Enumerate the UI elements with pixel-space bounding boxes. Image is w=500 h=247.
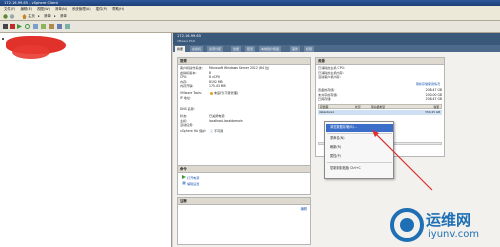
watermark-logo-icon — [390, 208, 424, 242]
watermark: 运维网 iyunv.com — [390, 206, 497, 244]
watermark-url: iyunv.com — [428, 229, 480, 240]
watermark-text: 运维网 — [426, 211, 472, 229]
